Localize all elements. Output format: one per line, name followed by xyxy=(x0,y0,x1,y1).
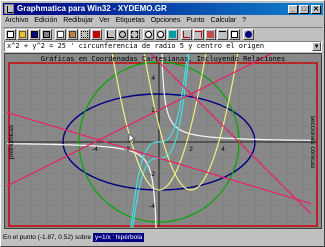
title-bar[interactable]: Graphmatica para Win32 - XYDEMO.GR _ □ ✕ xyxy=(3,3,323,15)
window-title: Graphmatica para Win32 - XYDEMO.GR xyxy=(17,4,167,13)
equation-text: x^2 + y^2 = 25 ' circunferencia de radio… xyxy=(7,42,265,50)
status-point: En el punto (-1.87, 0.52) sobre xyxy=(3,234,92,241)
menu-archivo[interactable]: Archivo xyxy=(3,16,30,26)
toolbar xyxy=(3,27,323,42)
status-bar: En el punto (-1.87, 0.52) sobre y=1/x ' … xyxy=(3,230,323,245)
x-tick-label: -2 xyxy=(124,146,130,153)
y-tick-label: 2 xyxy=(151,107,155,114)
derivative-icon[interactable] xyxy=(193,29,204,40)
y-tick-label: -4 xyxy=(149,203,155,210)
menu-bar: Archivo Edición Redibujar Ver Etiquetas … xyxy=(3,16,323,26)
menu-opciones[interactable]: Opciones xyxy=(149,16,183,26)
zoom-box-icon[interactable] xyxy=(129,29,140,40)
maximize-button[interactable]: □ xyxy=(299,5,309,14)
left-label: polinómicas xyxy=(8,124,15,159)
menu-edicion[interactable]: Edición xyxy=(32,16,59,26)
grid-icon[interactable] xyxy=(79,29,90,40)
cubic-curve-shifted xyxy=(132,54,190,228)
equation-input[interactable]: x^2 + y^2 = 25 ' circunferencia de radio… xyxy=(4,41,322,52)
print-icon[interactable] xyxy=(41,29,52,40)
mouse-cursor-icon xyxy=(128,133,136,145)
equation-dropdown-button[interactable]: ▼ xyxy=(312,42,321,51)
zoom-in-icon[interactable] xyxy=(143,29,154,40)
menu-ver[interactable]: Ver xyxy=(97,16,112,26)
app-icon[interactable] xyxy=(4,4,14,14)
graph-area[interactable]: Gráficas en Coordenadas Cartesianas, Inc… xyxy=(4,53,322,229)
y-tick-label: -2 xyxy=(149,171,155,178)
table-icon[interactable] xyxy=(229,29,240,40)
right-label: secciones cónicas xyxy=(309,116,316,169)
menu-help[interactable]: ? xyxy=(240,16,248,26)
minimize-button[interactable]: _ xyxy=(288,5,298,14)
new-icon[interactable] xyxy=(5,29,16,40)
menu-punto[interactable]: Punto xyxy=(184,16,206,26)
app-window: Graphmatica para Win32 - XYDEMO.GR _ □ ✕… xyxy=(0,0,325,247)
graph-title: Gráficas en Coordenadas Cartesianas, Inc… xyxy=(41,55,285,63)
paste-icon[interactable] xyxy=(67,29,78,40)
status-function: y=1/x ' hipérbola xyxy=(92,233,145,242)
integral-icon[interactable] xyxy=(205,29,216,40)
polar-icon[interactable] xyxy=(117,29,128,40)
trace-icon[interactable] xyxy=(181,29,192,40)
x-tick-label: -4 xyxy=(92,146,98,153)
x-tick-label: 2 xyxy=(189,146,193,153)
x-tick-label: 4 xyxy=(221,146,225,153)
cartesian-icon[interactable] xyxy=(105,29,116,40)
settings-icon[interactable] xyxy=(91,29,102,40)
tangent-icon[interactable] xyxy=(217,29,228,40)
save-icon[interactable] xyxy=(29,29,40,40)
close-button[interactable]: ✕ xyxy=(311,5,321,14)
menu-calcular[interactable]: Calcular xyxy=(209,16,239,26)
open-icon[interactable] xyxy=(17,29,28,40)
copy-icon[interactable] xyxy=(55,29,66,40)
redraw-icon[interactable] xyxy=(167,29,178,40)
menu-redibujar[interactable]: Redibujar xyxy=(61,16,95,26)
graph-canvas[interactable]: Gráficas en Coordenadas Cartesianas, Inc… xyxy=(5,54,321,228)
zoom-out-icon[interactable] xyxy=(155,29,166,40)
menu-etiquetas[interactable]: Etiquetas xyxy=(114,16,147,26)
help-icon[interactable] xyxy=(243,29,254,40)
y-tick-label: 4 xyxy=(151,75,155,82)
